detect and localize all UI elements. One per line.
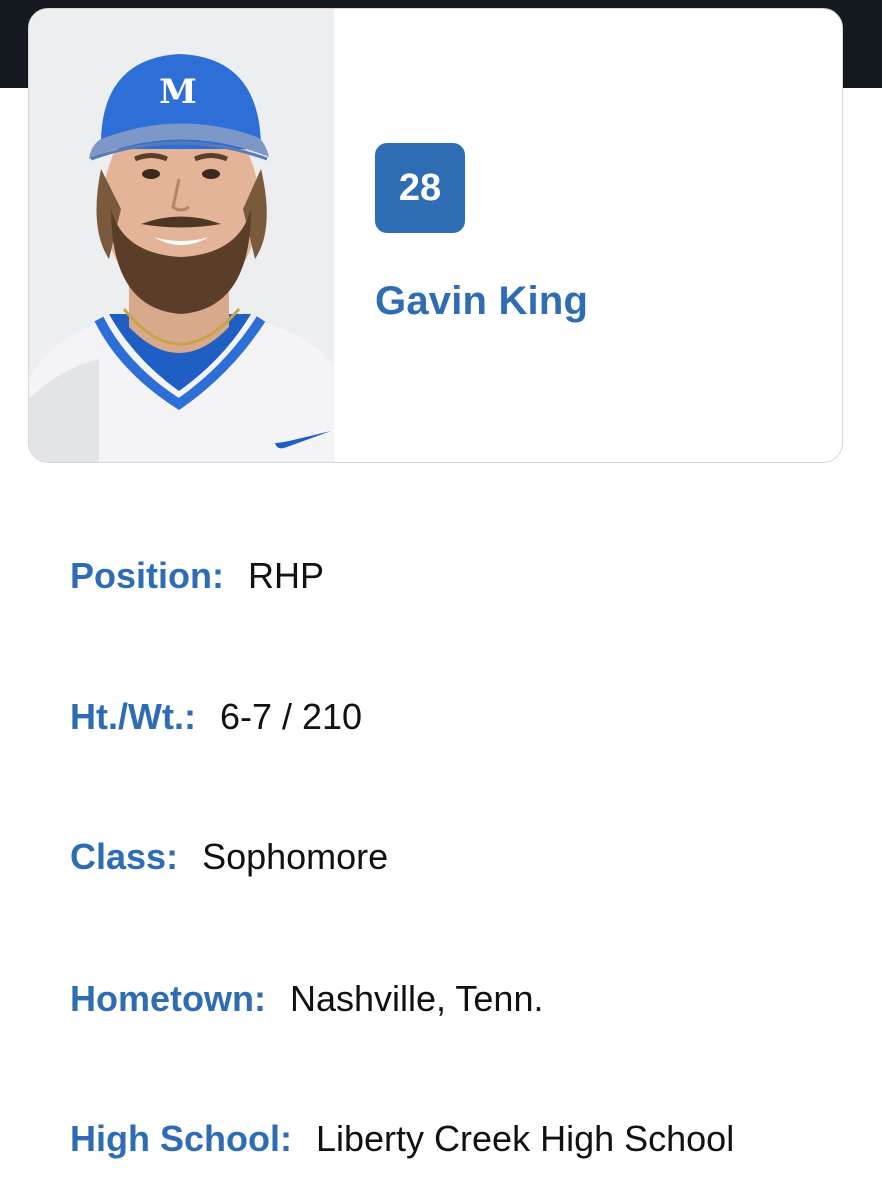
jersey-number: 28: [398, 166, 442, 209]
info-label: Class:: [70, 836, 179, 877]
info-label: Ht./Wt.:: [70, 696, 196, 737]
info-label: Hometown:: [70, 978, 266, 1019]
player-card: M 28 Gavin King: [28, 8, 843, 463]
mt-logo-icon: M: [159, 72, 197, 112]
info-value: 6-7 / 210: [219, 696, 363, 737]
info-value: Liberty Creek High School: [315, 1118, 735, 1159]
info-value: Sophomore: [202, 836, 389, 877]
info-value: Nashville, Tenn.: [289, 978, 544, 1019]
info-row-height-weight: Ht./Wt.: 6-7 / 210: [70, 696, 362, 738]
jersey-number-badge: 28: [375, 143, 465, 233]
info-row-class: Class: Sophomore: [70, 836, 388, 878]
swoosh-logo-icon: [273, 427, 333, 451]
info-row-position: Position: RHP: [70, 555, 324, 597]
info-value: RHP: [247, 555, 324, 596]
player-headshot: M: [29, 9, 334, 462]
info-row-hometown: Hometown: Nashville, Tenn.: [70, 978, 543, 1020]
info-label: Position:: [70, 555, 224, 596]
info-label: High School:: [70, 1118, 292, 1159]
info-row-high-school: High School: Liberty Creek High School: [70, 1118, 734, 1160]
player-name: Gavin King: [375, 279, 589, 323]
